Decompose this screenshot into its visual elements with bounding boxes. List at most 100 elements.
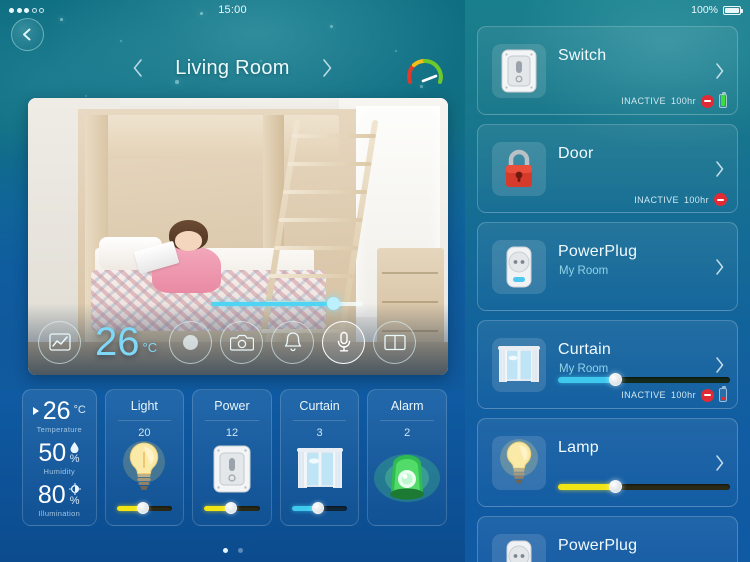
lightbulb-icon: [106, 438, 184, 500]
split-view-button[interactable]: [373, 320, 417, 364]
stat-card-curtain-value: 3: [316, 427, 323, 439]
stat-card-alarm-value: 2: [404, 427, 411, 439]
padlock-icon: [506, 149, 532, 187]
stat-card-row: 26 °C Temperature 50 % Humidity 80 % Ill…: [22, 389, 447, 526]
device-slider[interactable]: [558, 480, 730, 493]
device-row[interactable]: PowerPlug: [477, 516, 738, 562]
power-slider[interactable]: [204, 502, 260, 514]
chart-icon-button[interactable]: [38, 320, 81, 364]
room-header: Living Room: [0, 40, 465, 96]
stat-card-alarm[interactable]: Alarm 2: [367, 389, 447, 526]
pagination-dot-2[interactable]: [237, 548, 243, 553]
device-name: Door: [558, 145, 594, 162]
battery-icon: [719, 386, 727, 402]
sensor-reading-power: 188 W Power: [29, 524, 90, 525]
device-row[interactable]: Switch INACTIVE 100hr: [477, 26, 738, 115]
record-button[interactable]: [169, 320, 213, 364]
curtain-icon: [281, 438, 359, 500]
next-room-button[interactable]: [320, 58, 333, 78]
device-slider-knob[interactable]: [608, 480, 622, 493]
snapshot-button[interactable]: [220, 320, 264, 364]
camera-zoom-slider[interactable]: [211, 297, 363, 311]
microphone-button[interactable]: [322, 320, 366, 364]
device-icon: [492, 436, 546, 490]
light-slider-knob[interactable]: [137, 502, 150, 514]
device-row[interactable]: Lamp: [477, 418, 738, 507]
status-bar-left: 15:00: [0, 0, 465, 20]
temperature-unit: °C: [73, 403, 86, 416]
light-slider[interactable]: [116, 502, 173, 514]
chevron-right-icon[interactable]: [714, 454, 725, 472]
device-row[interactable]: PowerPlug My Room: [477, 222, 738, 311]
pagination-dots: [0, 548, 465, 553]
curtain-slider[interactable]: [291, 502, 348, 514]
chevron-right-icon[interactable]: [714, 62, 725, 80]
power-plug-icon: [506, 246, 532, 288]
wall-switch-icon: [193, 438, 271, 500]
temperature-label: Temperature: [36, 425, 82, 434]
stat-card-light[interactable]: Light 20: [104, 389, 185, 526]
device-row[interactable]: Door INACTIVE 100hr: [477, 124, 738, 213]
device-icon: [492, 142, 546, 196]
illumination-unit: %: [69, 495, 80, 507]
device-name: PowerPlug: [558, 243, 638, 260]
device-list: Switch INACTIVE 100hr Door INACTIVE 100hr …: [465, 20, 750, 562]
right-panel: 100% Switch INACTIVE 100hr Door INACTIVE 1…: [465, 0, 750, 562]
device-hours: 100hr: [670, 390, 696, 400]
curtain-slider-knob[interactable]: [312, 502, 325, 514]
camera-card[interactable]: 26 °C: [28, 98, 448, 375]
alarm-bell-button[interactable]: [271, 320, 315, 364]
wall-switch-icon: [501, 49, 537, 93]
curtain-icon: [498, 346, 540, 382]
stat-card-light-value: 20: [138, 427, 151, 439]
status-bar-right: 100%: [465, 0, 750, 20]
minus-icon: [714, 193, 727, 206]
lightbulb-icon: [500, 439, 538, 484]
device-meta: INACTIVE 100hr: [621, 92, 727, 108]
camera-controls-overlay: 26 °C: [28, 297, 448, 375]
sensor-reading-temperature: 26 °C Temperature: [29, 398, 90, 434]
device-slider-knob[interactable]: [608, 373, 622, 386]
stat-card-light-title: Light: [130, 399, 158, 413]
device-slider[interactable]: [558, 373, 730, 386]
chevron-right-icon[interactable]: [714, 258, 725, 276]
device-icon: [492, 44, 546, 98]
sensor-summary-card[interactable]: 26 °C Temperature 50 % Humidity 80 % Ill…: [22, 389, 97, 526]
pagination-dot-1[interactable]: [222, 548, 228, 553]
prev-room-button[interactable]: [132, 58, 145, 78]
humidity-value: 50: [38, 439, 67, 467]
stat-card-power[interactable]: Power 12: [192, 389, 272, 526]
device-name: Lamp: [558, 439, 599, 456]
gauge-icon[interactable]: [405, 56, 445, 88]
device-name: PowerPlug: [558, 537, 638, 554]
device-name: Curtain: [558, 341, 611, 358]
chevron-right-icon[interactable]: [714, 356, 725, 374]
illumination-value: 80: [37, 481, 66, 509]
device-status: INACTIVE: [634, 194, 679, 205]
device-hours: 100hr: [670, 96, 696, 106]
stat-card-power-value: 12: [225, 427, 239, 439]
minus-icon: [701, 388, 714, 402]
stat-card-curtain[interactable]: Curtain 3: [279, 389, 360, 526]
minus-icon: [701, 94, 714, 108]
camera-zoom-slider-knob[interactable]: [326, 297, 340, 310]
siren-icon: [368, 442, 446, 512]
camera-temperature: 26 °C: [95, 322, 157, 362]
stat-card-curtain-title: Curtain: [299, 399, 340, 413]
device-meta: INACTIVE 100hr: [634, 193, 727, 206]
smart-home-app: 15:00 Living Room 26 °C 26 °C Temperatur…: [0, 0, 750, 562]
bell-icon: [284, 332, 301, 352]
chart-icon: [48, 333, 71, 351]
humidity-unit: %: [69, 453, 80, 465]
device-row[interactable]: Curtain My Room INACTIVE 100hr: [477, 320, 738, 409]
back-button[interactable]: [11, 18, 44, 51]
device-icon: [492, 240, 546, 294]
battery-icon: [719, 92, 727, 108]
status-bar-clock: 15:00: [218, 4, 247, 16]
chevron-right-icon[interactable]: [714, 160, 725, 178]
power-slider-knob[interactable]: [224, 502, 237, 514]
stat-card-power-title: Power: [214, 399, 250, 413]
microphone-icon: [337, 331, 350, 352]
temperature-value: 26: [42, 397, 71, 425]
back-arrow-icon: [23, 28, 31, 41]
